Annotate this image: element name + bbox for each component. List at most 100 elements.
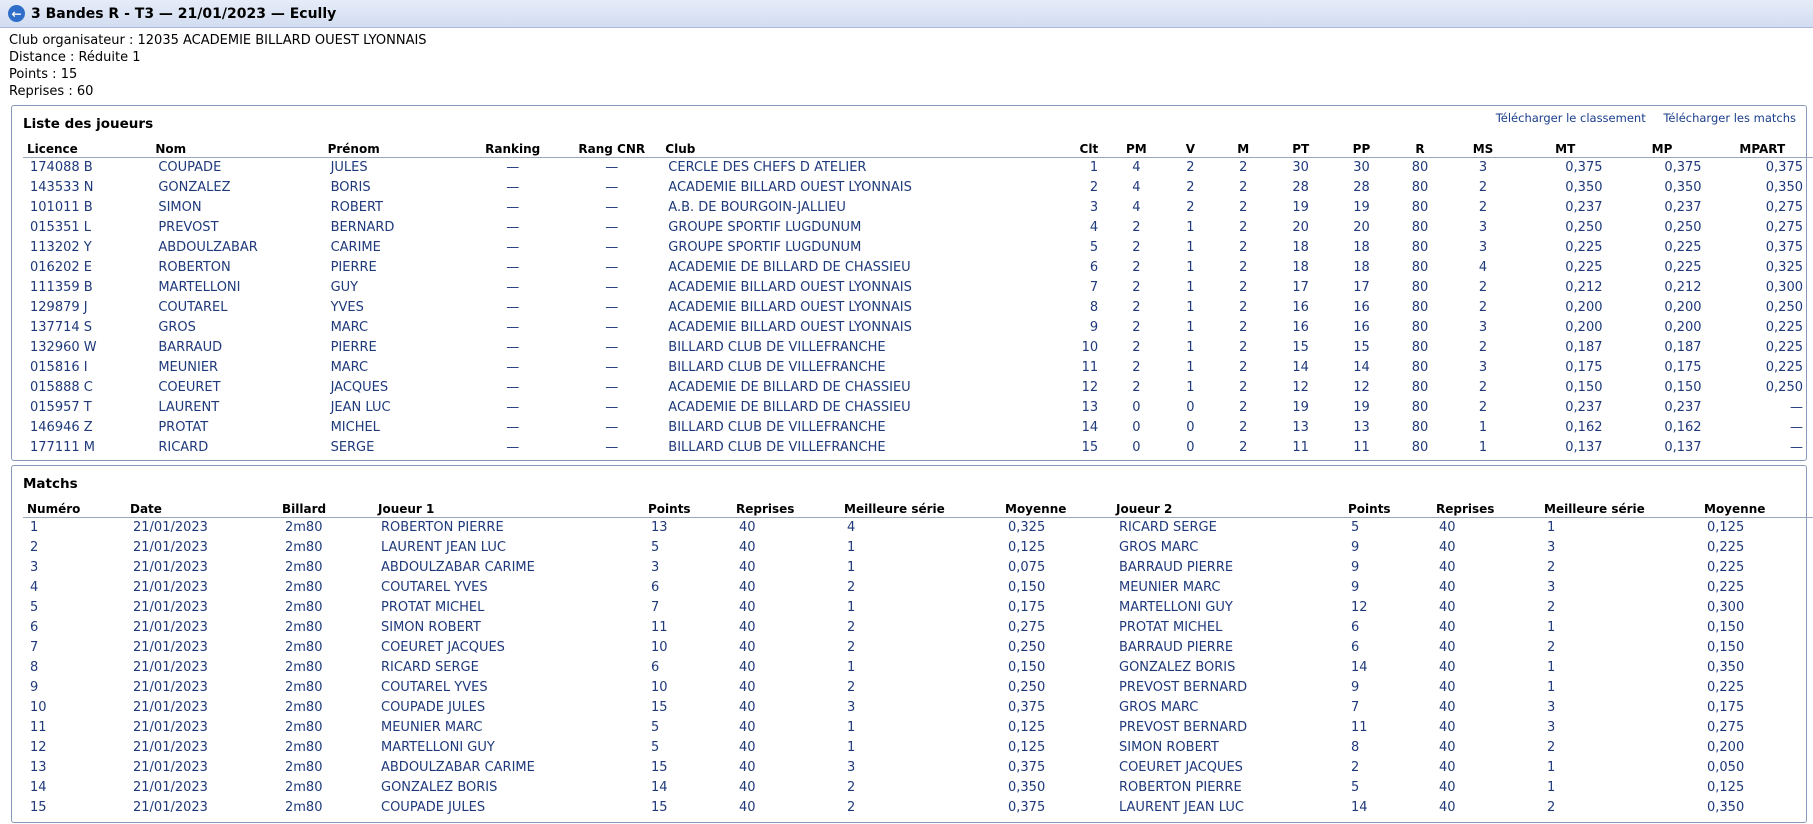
- matches-cell-reprises-10: 40: [1439, 659, 1456, 675]
- matches-cell-reprises-5: 40: [739, 719, 756, 735]
- table-row[interactable]: 3 21/01/2023 2m80 ABDOULZABAR CARIME 3 40 1 0,0…: [23, 557, 1813, 577]
- players-cell-mt-14: 0,237: [1565, 399, 1603, 415]
- table-row[interactable]: 137714 S GROS MARC — — ACADEMIE BILLARD OUEST…: [23, 317, 1813, 337]
- matches-cell-moyenne-7: 0,350: [1008, 779, 1046, 795]
- table-row[interactable]: 015351 L PREVOST BERNARD — — GROUPE SPORTIF L…: [23, 217, 1813, 237]
- players-cell-m-9: 2: [1239, 279, 1248, 295]
- players-cell-pt-10: 18: [1292, 239, 1309, 255]
- table-row[interactable]: 7 21/01/2023 2m80 COEURET JACQUES 10 40 2 0,250…: [23, 637, 1813, 657]
- players-cell-pt-10: 11: [1292, 439, 1309, 455]
- table-row[interactable]: 6 21/01/2023 2m80 SIMON ROBERT 11 40 2 0,275 PRO…: [23, 617, 1813, 637]
- table-row[interactable]: 113202 Y ABDOULZABAR CARIME — — GROUPE SPORTI…: [23, 237, 1813, 257]
- matches-cell-numero-0: 13: [30, 759, 47, 775]
- table-row[interactable]: 101011 B SIMON ROBERT — — A.B. DE BOURGOIN-JA…: [23, 197, 1813, 217]
- table-row[interactable]: 9 21/01/2023 2m80 COUTAREL YVES 10 40 2 0,250 PR…: [23, 677, 1813, 697]
- table-row[interactable]: 015888 C COEURET JACQUES — — ACADEMIE DE BILL…: [23, 377, 1813, 397]
- players-cell-rang-cnr-4: —: [605, 299, 619, 315]
- table-row[interactable]: 4 21/01/2023 2m80 COUTAREL YVES 6 40 2 0,150 MEU…: [23, 577, 1813, 597]
- matches-cell-meilleure-serie-6: 2: [847, 779, 856, 795]
- players-cell-mpart-16: 0,225: [1765, 359, 1803, 375]
- table-row[interactable]: 177111 M RICARD SERGE — — BILLARD CLUB DE VIL…: [23, 437, 1813, 457]
- players-cell-ranking-3: —: [506, 219, 520, 235]
- players-cell-mpart-16: 0,250: [1765, 379, 1803, 395]
- players-cell-pp-11: 16: [1353, 319, 1370, 335]
- matches-cell-reprises-5: 40: [739, 679, 756, 695]
- table-row[interactable]: 146946 Z PROTAT MICHEL — — BILLARD CLUB DE VI…: [23, 417, 1813, 437]
- matches-cell-reprises-5: 40: [739, 619, 756, 635]
- players-cell-ranking-3: —: [506, 439, 520, 455]
- players-col-ranking-3: Ranking: [463, 141, 563, 158]
- players-cell-mpart-16: 0,225: [1765, 339, 1803, 355]
- players-cell-ms-13: 3: [1478, 359, 1488, 375]
- players-cell-m-9: 2: [1239, 339, 1248, 355]
- matches-cell-points-4: 15: [651, 799, 668, 815]
- matches-cell-reprises-10: 40: [1439, 739, 1456, 755]
- table-row[interactable]: 015957 T LAURENT JEAN LUC — — ACADEMIE DE BIL…: [23, 397, 1813, 417]
- matches-cell-meilleure-serie-11: 2: [1547, 559, 1556, 575]
- matches-cell-reprises-5: 40: [739, 539, 756, 555]
- table-row[interactable]: 15 21/01/2023 2m80 COUPADE JULES 15 40 2 0,375 L…: [23, 797, 1813, 817]
- download-matches-link[interactable]: Télécharger les matchs: [1663, 111, 1796, 125]
- matches-cell-points-4: 3: [651, 559, 660, 575]
- matches-cell-reprises-5: 40: [739, 759, 756, 775]
- players-cell-m-9: 2: [1239, 199, 1248, 215]
- players-cell-pt-10: 20: [1292, 219, 1309, 235]
- table-row[interactable]: 11 21/01/2023 2m80 MEUNIER MARC 5 40 1 0,125 PRE…: [23, 717, 1813, 737]
- players-cell-rang-cnr-4: —: [605, 279, 619, 295]
- matches-cell-meilleure-serie-6: 2: [847, 679, 856, 695]
- table-row[interactable]: 016202 E ROBERTON PIERRE — — ACADEMIE DE BILL…: [23, 257, 1813, 277]
- matches-cell-numero-0: 12: [30, 739, 47, 755]
- table-row[interactable]: 129879 J COUTAREL YVES — — ACADEMIE BILLARD O…: [23, 297, 1813, 317]
- matches-cell-date-1: 21/01/2023: [133, 779, 208, 795]
- back-arrow-icon[interactable]: ←: [8, 5, 25, 22]
- players-cell-ranking-3: —: [506, 239, 520, 255]
- table-row[interactable]: 174088 B COUPADE JULES — — CERCLE DES CHEFS D…: [23, 157, 1813, 177]
- table-row[interactable]: 13 21/01/2023 2m80 ABDOULZABAR CARIME 15 40 3 0…: [23, 757, 1813, 777]
- players-cell-pt-10: 19: [1292, 199, 1309, 215]
- players-cell-ms-13: 3: [1478, 219, 1488, 235]
- matches-cell-date-1: 21/01/2023: [133, 619, 208, 635]
- players-cell-mt-14: 0,225: [1565, 259, 1603, 275]
- table-row[interactable]: 111359 B MARTELLONI GUY — — ACADEMIE BILLARD …: [23, 277, 1813, 297]
- table-row[interactable]: 12 21/01/2023 2m80 MARTELLONI GUY 5 40 1 0,125 S…: [23, 737, 1813, 757]
- matches-cell-points-4: 7: [651, 599, 660, 615]
- players-cell-pt-10: 18: [1292, 259, 1309, 275]
- matches-cell-date-1: 21/01/2023: [133, 639, 208, 655]
- matches-cell-joueur-2-8: GROS MARC: [1119, 539, 1199, 555]
- players-cell-mp-15: 0,237: [1664, 199, 1702, 215]
- players-cell-rang-cnr-4: —: [605, 259, 619, 275]
- matches-cell-reprises-10: 40: [1439, 579, 1456, 595]
- table-row[interactable]: 2 21/01/2023 2m80 LAURENT JEAN LUC 5 40 1 0,125…: [23, 537, 1813, 557]
- matches-cell-joueur-1-3: MEUNIER MARC: [381, 719, 483, 735]
- players-cell-pp-11: 16: [1353, 299, 1370, 315]
- matches-cell-points-4: 14: [651, 779, 668, 795]
- download-ranking-link[interactable]: Télécharger le classement: [1496, 111, 1646, 125]
- matches-cell-numero-0: 7: [30, 639, 39, 655]
- matches-cell-joueur-1-3: SIMON ROBERT: [381, 619, 481, 635]
- players-col-pp-11: PP: [1331, 141, 1392, 158]
- players-cell-r-12: 80: [1411, 259, 1429, 275]
- table-row[interactable]: 1 21/01/2023 2m80 ROBERTON PIERRE 13 40 4 0,325…: [23, 517, 1813, 537]
- table-row[interactable]: 132960 W BARRAUD PIERRE — — BILLARD CLUB DE V…: [23, 337, 1813, 357]
- table-row[interactable]: 143533 N GONZALEZ BORIS — — ACADEMIE BILLARD …: [23, 177, 1813, 197]
- table-row[interactable]: 14 21/01/2023 2m80 GONZALEZ BORIS 14 40 2 0,350…: [23, 777, 1813, 797]
- players-cell-prenom-2: SERGE: [330, 439, 375, 455]
- players-cell-r-12: 80: [1411, 319, 1429, 335]
- players-cell-club-5: CERCLE DES CHEFS D ATELIER: [668, 159, 867, 175]
- players-cell-prenom-2: GUY: [330, 279, 359, 295]
- table-row[interactable]: 5 21/01/2023 2m80 PROTAT MICHEL 7 40 1 0,175 MAR…: [23, 597, 1813, 617]
- matches-cell-joueur-2-8: GROS MARC: [1119, 699, 1199, 715]
- players-cell-rang-cnr-4: —: [605, 219, 619, 235]
- table-row[interactable]: 8 21/01/2023 2m80 RICARD SERGE 6 40 1 0,150 GONZ…: [23, 657, 1813, 677]
- matches-cell-meilleure-serie-6: 1: [847, 659, 856, 675]
- matches-cell-points-9: 14: [1351, 799, 1368, 815]
- table-row[interactable]: 015816 I MEUNIER MARC — — BILLARD CLUB DE VIL…: [23, 357, 1813, 377]
- matches-cell-meilleure-serie-11: 3: [1547, 579, 1556, 595]
- matches-cell-joueur-2-8: MEUNIER MARC: [1119, 579, 1221, 595]
- players-cell-licence-0: 137714 S: [30, 319, 93, 335]
- players-cell-m-9: 2: [1239, 359, 1248, 375]
- matches-cell-numero-0: 9: [30, 679, 39, 695]
- matches-cell-reprises-5: 40: [739, 639, 756, 655]
- players-cell-pp-11: 18: [1353, 239, 1370, 255]
- table-row[interactable]: 10 21/01/2023 2m80 COUPADE JULES 15 40 3 0,375 G…: [23, 697, 1813, 717]
